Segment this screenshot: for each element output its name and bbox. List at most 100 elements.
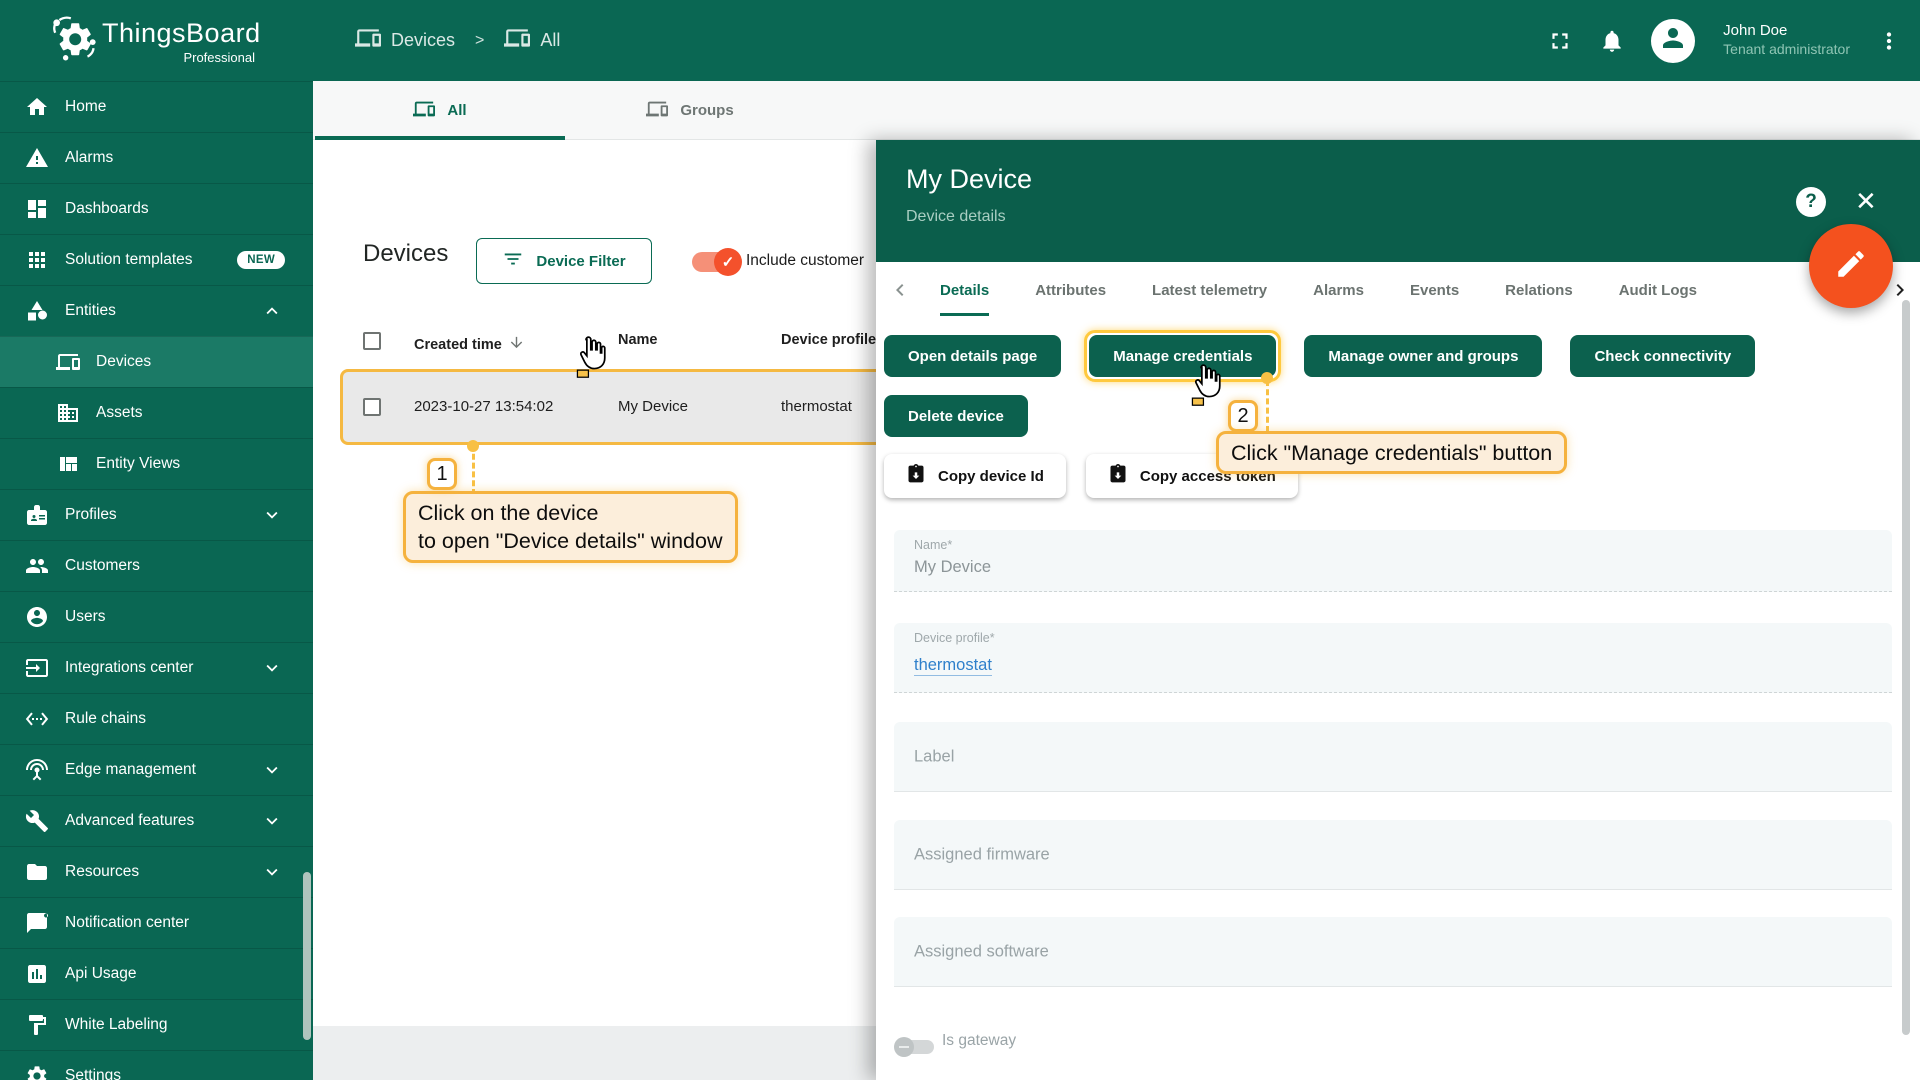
sidebar-item-label: Customers bbox=[65, 557, 140, 574]
panel-tab-audit-logs[interactable]: Audit Logs bbox=[1619, 262, 1697, 318]
clipboard-icon bbox=[1108, 464, 1128, 488]
panel-tab-attributes[interactable]: Attributes bbox=[1035, 262, 1106, 318]
toggle-knob bbox=[894, 1037, 914, 1057]
brand-logo[interactable]: ThingsBoard Professional bbox=[0, 0, 313, 81]
callout2-tooltip: Click "Manage credentials" button bbox=[1216, 431, 1568, 474]
people-icon bbox=[25, 554, 49, 578]
sidebar-item-label: Dashboards bbox=[65, 200, 149, 217]
chevron-up-icon bbox=[261, 300, 283, 322]
cell-name: My Device bbox=[618, 398, 689, 415]
sidebar-item-label: Edge management bbox=[65, 761, 196, 778]
fullscreen-icon[interactable] bbox=[1547, 28, 1573, 54]
sidebar-item-label: Alarms bbox=[65, 149, 114, 166]
select-all-checkbox[interactable] bbox=[363, 332, 381, 350]
manage-credentials-button[interactable]: Manage credentials bbox=[1089, 335, 1277, 377]
tab-all-label: All bbox=[447, 102, 467, 119]
copy-device-id-button[interactable]: Copy device Id bbox=[884, 454, 1066, 498]
is-gateway-toggle[interactable] bbox=[894, 1037, 934, 1057]
tab-groups[interactable]: Groups bbox=[565, 81, 815, 140]
assigned-software-field[interactable]: Assigned software bbox=[894, 917, 1892, 987]
tab-all[interactable]: All bbox=[315, 81, 565, 140]
sidebar-scrollbar[interactable] bbox=[303, 872, 311, 1040]
device-profile-field[interactable]: Device profile* thermostat bbox=[894, 623, 1892, 693]
field-label: Name* bbox=[914, 538, 953, 552]
sidebar-item-entity-views[interactable]: Entity Views bbox=[0, 438, 313, 489]
avatar[interactable] bbox=[1651, 18, 1696, 63]
sidebar-item-home[interactable]: Home bbox=[0, 81, 313, 132]
panel-tabs: Details Attributes Latest telemetry Alarms E… bbox=[876, 262, 1920, 318]
user-info[interactable]: John Doe Tenant administrator bbox=[1723, 22, 1850, 58]
sidebar-item-label: Notification center bbox=[65, 914, 190, 931]
notifications-bell-icon[interactable] bbox=[1599, 28, 1625, 54]
delete-device-button[interactable]: Delete device bbox=[884, 395, 1028, 437]
sidebar-item-assets[interactable]: Assets bbox=[0, 387, 313, 438]
sidebar-item-entities[interactable]: Entities bbox=[0, 285, 313, 336]
page-title: Devices bbox=[363, 240, 449, 267]
column-created-time[interactable]: Created time bbox=[414, 332, 523, 353]
sidebar-item-profiles[interactable]: Profiles bbox=[0, 489, 313, 540]
user-role: Tenant administrator bbox=[1723, 41, 1850, 58]
edit-fab-button[interactable] bbox=[1809, 224, 1893, 308]
notification-icon bbox=[25, 911, 49, 935]
sidebar-item-settings[interactable]: Settings bbox=[0, 1050, 313, 1080]
field-placeholder: Assigned firmware bbox=[914, 845, 1050, 863]
include-customers-toggle[interactable]: ✓ bbox=[692, 248, 742, 276]
check-connectivity-button[interactable]: Check connectivity bbox=[1570, 335, 1756, 377]
sidebar-item-edge-management[interactable]: Edge management bbox=[0, 744, 313, 795]
sidebar-item-notification-center[interactable]: Notification center bbox=[0, 897, 313, 948]
open-details-page-button[interactable]: Open details page bbox=[884, 335, 1062, 377]
sort-desc-icon bbox=[508, 334, 525, 351]
sidebar-item-customers[interactable]: Customers bbox=[0, 540, 313, 591]
sidebar-item-integrations-center[interactable]: Integrations center bbox=[0, 642, 313, 693]
sidebar-item-resources[interactable]: Resources bbox=[0, 846, 313, 897]
panel-subtitle: Device details bbox=[906, 208, 1006, 225]
name-field[interactable]: Name* My Device bbox=[894, 530, 1892, 592]
sidebar-item-advanced-features[interactable]: Advanced features bbox=[0, 795, 313, 846]
sidebar-item-label: Devices bbox=[96, 353, 152, 370]
panel-tab-events[interactable]: Events bbox=[1410, 262, 1459, 318]
close-icon[interactable]: ✕ bbox=[1855, 186, 1877, 217]
row-checkbox[interactable] bbox=[363, 398, 381, 416]
sidebar-item-solution-templates[interactable]: Solution templates NEW bbox=[0, 234, 313, 285]
panel-scrollbar[interactable] bbox=[1902, 300, 1910, 1035]
panel-tab-relations[interactable]: Relations bbox=[1505, 262, 1573, 318]
sidebar-item-rule-chains[interactable]: Rule chains bbox=[0, 693, 313, 744]
sidebar-item-label: Resources bbox=[65, 863, 140, 880]
breadcrumb-devices[interactable]: Devices bbox=[355, 25, 455, 56]
label-field[interactable]: Label bbox=[894, 722, 1892, 792]
breadcrumb-devices-label: Devices bbox=[391, 30, 456, 50]
sidebar-item-devices[interactable]: Devices bbox=[0, 336, 313, 387]
device-filter-button[interactable]: Device Filter bbox=[476, 238, 652, 284]
sidebar-item-white-labeling[interactable]: White Labeling bbox=[0, 999, 313, 1050]
domain-icon bbox=[56, 401, 80, 425]
sidebar-item-alarms[interactable]: Alarms bbox=[0, 132, 313, 183]
more-vert-icon[interactable] bbox=[1876, 28, 1902, 54]
column-name[interactable]: Name bbox=[618, 332, 658, 348]
sidebar-item-users[interactable]: Users bbox=[0, 591, 313, 642]
panel-tab-latest-telemetry[interactable]: Latest telemetry bbox=[1152, 262, 1267, 318]
help-icon[interactable]: ? bbox=[1796, 187, 1826, 217]
panel-tab-alarms[interactable]: Alarms bbox=[1313, 262, 1364, 318]
sidebar-item-label: Home bbox=[65, 98, 107, 115]
breadcrumb-all-label: All bbox=[540, 30, 561, 50]
manage-owner-and-groups-button[interactable]: Manage owner and groups bbox=[1304, 335, 1543, 377]
breadcrumb-all[interactable]: All bbox=[504, 25, 560, 56]
sidebar-item-label: Rule chains bbox=[65, 710, 146, 727]
filter-icon bbox=[502, 248, 524, 274]
panel-tab-details[interactable]: Details bbox=[940, 262, 990, 318]
column-device-profile[interactable]: Device profile bbox=[781, 332, 876, 348]
sidebar-item-label: Integrations center bbox=[65, 659, 194, 676]
tabs-scroll-right-icon[interactable] bbox=[1888, 278, 1912, 302]
build-icon bbox=[25, 809, 49, 833]
badge-icon bbox=[25, 503, 49, 527]
callout2-dot bbox=[1261, 372, 1273, 384]
sidebar-item-dashboards[interactable]: Dashboards bbox=[0, 183, 313, 234]
tabs-scroll-left-icon[interactable] bbox=[888, 278, 912, 302]
sidebar-item-api-usage[interactable]: Api Usage bbox=[0, 948, 313, 999]
callout1-line1: Click on the device bbox=[418, 501, 599, 525]
toggle-check-icon: ✓ bbox=[714, 248, 742, 276]
brand-edition: Professional bbox=[183, 50, 255, 65]
assigned-firmware-field[interactable]: Assigned firmware bbox=[894, 820, 1892, 890]
device-profile-link[interactable]: thermostat bbox=[914, 656, 992, 676]
sidebar-item-label: Profiles bbox=[65, 506, 117, 523]
